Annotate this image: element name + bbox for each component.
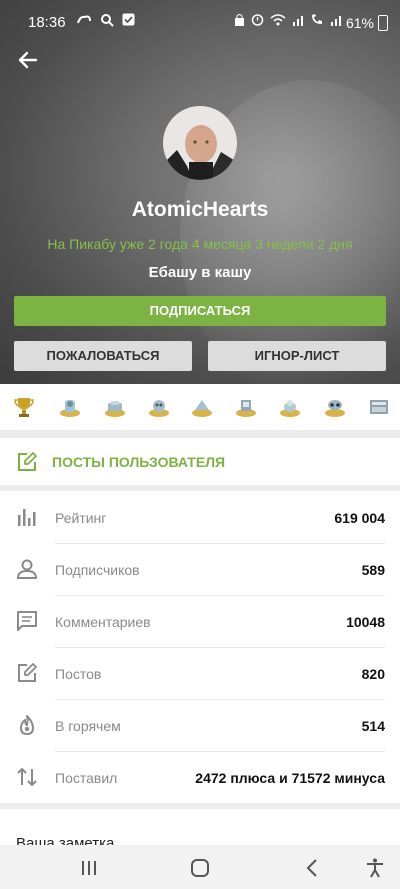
edit-icon xyxy=(18,452,37,471)
signal-icon xyxy=(292,13,304,30)
stat-label: В горячем xyxy=(55,718,121,734)
stat-row-hot: В горячем 514 xyxy=(0,700,400,752)
fire-icon xyxy=(20,715,34,735)
award-icon[interactable] xyxy=(323,395,347,419)
chevron-left-icon xyxy=(306,859,317,877)
status-icons-left xyxy=(76,13,135,31)
accessibility-icon xyxy=(367,858,383,878)
ignore-list-button[interactable]: ИГНОР-ЛИСТ xyxy=(208,341,386,371)
home-icon xyxy=(191,859,209,877)
stat-label: Комментариев xyxy=(55,614,151,630)
profile-header: 18:36 61% AtomicHearts На Пикабу уже 2 г… xyxy=(0,0,400,384)
stat-label: Поставил xyxy=(55,770,118,786)
signal-icon xyxy=(330,13,342,30)
system-nav-bar xyxy=(0,845,400,889)
trophy-icon[interactable] xyxy=(12,395,36,419)
stat-label: Постов xyxy=(55,666,102,682)
recent-apps-icon xyxy=(82,861,96,875)
stat-row-subscribers: Подписчиков 589 xyxy=(0,544,400,596)
awards-strip[interactable] xyxy=(0,384,400,430)
stat-row-posts: Постов 820 xyxy=(0,648,400,700)
cloud-icon xyxy=(76,13,92,31)
search-icon xyxy=(100,13,114,31)
status-bar: 18:36 61% xyxy=(0,0,400,44)
stat-row-rating: Рейтинг 619 004 xyxy=(0,492,400,544)
comment-icon xyxy=(17,611,37,631)
recent-apps-button[interactable] xyxy=(78,857,100,879)
status-icons-right xyxy=(234,13,342,30)
lock-icon xyxy=(234,13,245,30)
stat-value: 2472 плюса и 71572 минуса xyxy=(195,770,385,786)
user-stats-list: Рейтинг 619 004 Подписчиков 589 Коммента… xyxy=(0,491,400,803)
stat-label: Подписчиков xyxy=(55,562,140,578)
accessibility-button[interactable] xyxy=(364,857,386,879)
stat-value: 514 xyxy=(361,718,385,734)
user-motto: Ебашу в кашу xyxy=(148,264,252,281)
user-icon xyxy=(16,559,38,579)
user-posts-label: ПОСТЫ ПОЛЬЗОВАТЕЛЯ xyxy=(52,454,226,470)
avatar[interactable] xyxy=(163,106,237,180)
award-icon[interactable] xyxy=(103,395,127,419)
award-icon[interactable] xyxy=(367,395,391,419)
stat-value: 589 xyxy=(361,562,385,578)
sort-arrows-icon xyxy=(17,768,37,786)
home-button[interactable] xyxy=(189,857,211,879)
stat-value: 619 004 xyxy=(334,510,385,526)
call-icon xyxy=(310,13,324,30)
award-icon[interactable] xyxy=(234,395,258,419)
checkbox-icon xyxy=(122,13,135,31)
back-nav-button[interactable] xyxy=(302,857,324,879)
stat-row-comments: Комментариев 10048 xyxy=(0,596,400,648)
stat-row-votes: Поставил 2472 плюса и 71572 минуса xyxy=(0,752,400,804)
stat-value: 10048 xyxy=(346,614,385,630)
battery-icon xyxy=(378,15,388,31)
stat-value: 820 xyxy=(361,666,385,682)
back-button[interactable] xyxy=(16,48,44,72)
status-time: 18:36 xyxy=(28,14,66,31)
edit-icon xyxy=(18,663,37,682)
user-posts-link[interactable]: ПОСТЫ ПОЛЬЗОВАТЕЛЯ xyxy=(0,438,400,485)
arrow-left-icon xyxy=(18,51,38,69)
battery-percent: 61% xyxy=(345,15,374,31)
registration-duration: На Пикабу уже 2 года 4 месяца 3 недели 2… xyxy=(47,236,353,252)
wifi-icon xyxy=(270,13,286,30)
report-button[interactable]: ПОЖАЛОВАТЬСЯ xyxy=(14,341,192,371)
award-icon[interactable] xyxy=(58,395,82,419)
award-icon[interactable] xyxy=(190,395,214,419)
award-icon[interactable] xyxy=(147,395,171,419)
subscribe-button[interactable]: ПОДПИСАТЬСЯ xyxy=(14,296,386,326)
username: AtomicHearts xyxy=(131,198,269,221)
alarm-icon xyxy=(251,13,264,30)
rating-icon xyxy=(18,509,36,526)
stat-label: Рейтинг xyxy=(55,510,107,526)
award-icon[interactable] xyxy=(278,395,302,419)
